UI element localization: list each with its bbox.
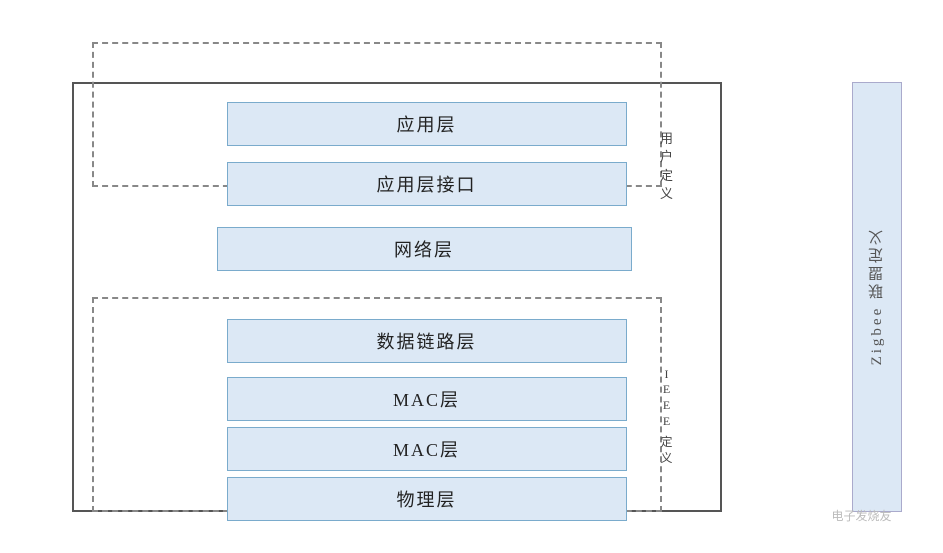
app-interface-layer: 应用层接口 [227, 162, 627, 206]
data-link-label: 数据链路层 [377, 328, 477, 354]
network-layer: 网络层 [217, 227, 632, 271]
mac-layer-2: MAC层 [227, 427, 627, 471]
physical-layer-label: 物理层 [397, 486, 457, 512]
mac-layer-1-label: MAC层 [393, 386, 460, 412]
diagram-wrapper: Zigbee 联盟定义 用 户 定 义 I E E E 定 义 应用层 应用层接… [42, 22, 902, 532]
data-link-layer: 数据链路层 [227, 319, 627, 363]
zigbee-label-text: Zigbee 联盟定义 [866, 227, 887, 365]
mac-layer-1: MAC层 [227, 377, 627, 421]
watermark: 电子发烧友 [831, 507, 891, 524]
mac-layer-2-label: MAC层 [393, 436, 460, 462]
app-layer: 应用层 [227, 102, 627, 146]
network-layer-label: 网络层 [394, 236, 454, 262]
physical-layer: 物理层 [227, 477, 627, 521]
app-interface-label: 应用层接口 [377, 171, 477, 197]
zigbee-label: Zigbee 联盟定义 [852, 82, 902, 512]
ieee-side-label: I E E E 定 义 [656, 317, 678, 517]
user-defined-side-label: 用 户 定 义 [656, 102, 678, 232]
app-layer-label: 应用层 [397, 111, 457, 137]
